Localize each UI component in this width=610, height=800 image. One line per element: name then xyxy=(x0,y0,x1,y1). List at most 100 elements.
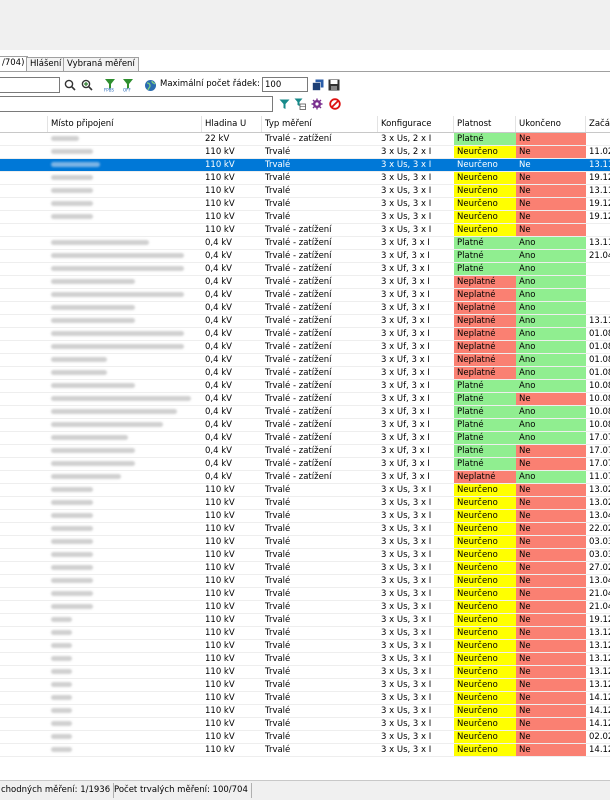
table-row[interactable]: 110 kV Trvalé 3 x Us, 3 x I NeurčenoNe19.12 xyxy=(0,211,610,224)
table-row[interactable]: 0,4 kV Trvalé - zatížení 3 x Uf, 3 x I Nepl… xyxy=(0,302,610,315)
cell-hladina: 0,4 kV xyxy=(205,342,232,352)
table-row[interactable]: 22 kV Trvalé - zatížení 3 x Us, 2 x I Platn… xyxy=(0,133,610,146)
search-combo[interactable] xyxy=(0,77,60,93)
table-row[interactable]: 110 kV Trvalé 3 x Us, 3 x I NeurčenoNe13.12 xyxy=(0,640,610,653)
table-row[interactable]: 110 kV Trvalé 3 x Us, 3 x I NeurčenoNe13.04 xyxy=(0,510,610,523)
cell-typ: Trvalé - zatížení xyxy=(265,303,332,313)
cell-konfigurace: 3 x Us, 3 x I xyxy=(381,589,432,599)
cell-hladina: 110 kV xyxy=(205,615,235,625)
cell-konfigurace: 3 x Us, 3 x I xyxy=(381,563,432,573)
table-row[interactable]: 110 kV Trvalé 3 x Us, 3 x I NeurčenoNe27.02 xyxy=(0,562,610,575)
copy-icon[interactable] xyxy=(311,78,325,92)
table-row[interactable]: 0,4 kV Trvalé - zatížení 3 x Uf, 3 x I Nepl… xyxy=(0,315,610,328)
table-row[interactable]: 0,4 kV Trvalé - zatížení 3 x Uf, 3 x I Plat… xyxy=(0,393,610,406)
table-row[interactable]: 0,4 kV Trvalé - zatížení 3 x Uf, 3 x I Nepl… xyxy=(0,471,610,484)
cell-konfigurace: 3 x Us, 3 x I xyxy=(381,212,432,222)
table-row[interactable]: 110 kV Trvalé 3 x Us, 3 x I NeurčenoNe13.11 xyxy=(0,185,610,198)
table-row[interactable]: 0,4 kV Trvalé - zatížení 3 x Uf, 3 x I Nepl… xyxy=(0,289,610,302)
cell-typ: Trvalé xyxy=(265,160,291,170)
cell-platnost: Neurčeno xyxy=(454,172,516,184)
table-row-selected[interactable]: 110 kV Trvalé 3 x Us, 3 x I Neurčeno Ne 13.11 xyxy=(0,159,610,172)
column-header-zacatek[interactable]: Začát xyxy=(586,116,610,132)
redacted-text xyxy=(51,422,163,427)
table-row[interactable]: 110 kV Trvalé 3 x Us, 3 x I NeurčenoNe13.02 xyxy=(0,497,610,510)
cell-misto-redacted xyxy=(48,679,202,691)
table-row[interactable]: 110 kV Trvalé 3 x Us, 2 x I NeurčenoNe11.02 xyxy=(0,146,610,159)
search-icon[interactable] xyxy=(63,78,77,92)
table-row[interactable]: 0,4 kV Trvalé - zatížení 3 x Uf, 3 x I Nepl… xyxy=(0,328,610,341)
cell-typ: Trvalé xyxy=(265,147,291,157)
table-row[interactable]: 110 kV Trvalé - zatížení 3 x Us, 3 x I Neur… xyxy=(0,224,610,237)
table-row[interactable]: 110 kV Trvalé 3 x Us, 3 x I NeurčenoNe21.04 xyxy=(0,601,610,614)
table-row[interactable]: 0,4 kV Trvalé - zatížení 3 x Uf, 3 x I Plat… xyxy=(0,432,610,445)
cell-zacatek: 13.04 xyxy=(589,576,610,586)
table-row[interactable]: 110 kV Trvalé 3 x Us, 3 x I NeurčenoNe02.02 xyxy=(0,731,610,744)
cell-misto-redacted xyxy=(48,666,202,678)
table-row[interactable]: 110 kV Trvalé 3 x Us, 3 x I NeurčenoNe19.12 xyxy=(0,614,610,627)
table-row[interactable]: 0,4 kV Trvalé - zatížení 3 x Uf, 3 x I Plat… xyxy=(0,458,610,471)
cancel-icon[interactable] xyxy=(328,97,342,111)
table-row[interactable]: 0,4 kV Trvalé - zatížení 3 x Uf, 3 x I Plat… xyxy=(0,445,610,458)
column-header-typ[interactable]: Typ měření xyxy=(262,116,378,132)
column-header-ukonceno[interactable]: Ukončeno xyxy=(516,116,586,132)
cell-konfigurace: 3 x Us, 3 x I xyxy=(381,550,432,560)
filter-off-icon[interactable]: FPBS xyxy=(102,77,118,93)
filter-combo[interactable] xyxy=(0,96,273,112)
table-row[interactable]: 110 kV Trvalé 3 x Us, 3 x I NeurčenoNe22.02 xyxy=(0,523,610,536)
table-row[interactable]: 0,4 kV Trvalé - zatížení 3 x Uf, 3 x I Plat… xyxy=(0,406,610,419)
tab-measurements[interactable]: /704) xyxy=(0,56,29,71)
filter-off-icon[interactable]: OFF xyxy=(120,77,136,93)
table-row[interactable]: 110 kV Trvalé 3 x Us, 3 x I NeurčenoNe03.03 xyxy=(0,536,610,549)
table-row[interactable]: 0,4 kV Trvalé - zatížení 3 x Uf, 3 x I Plat… xyxy=(0,237,610,250)
globe-icon[interactable] xyxy=(143,78,157,92)
cell-typ: Trvalé - zatížení xyxy=(265,472,332,482)
column-header-hladina[interactable]: Hladina U xyxy=(202,116,262,132)
table-row[interactable]: 0,4 kV Trvalé - zatížení 3 x Uf, 3 x I Nepl… xyxy=(0,367,610,380)
cell-platnost: Neurčeno xyxy=(457,160,498,170)
tab-reports[interactable]: Hlášení xyxy=(26,57,66,71)
cell-platnost: Neurčeno xyxy=(454,536,516,548)
table-row[interactable]: 110 kV Trvalé 3 x Us, 3 x I NeurčenoNe13.12 xyxy=(0,679,610,692)
table-row[interactable]: 110 kV Trvalé 3 x Us, 3 x I NeurčenoNe14.12 xyxy=(0,705,610,718)
column-header-misto[interactable]: Místo připojení xyxy=(48,116,202,132)
table-row[interactable]: 0,4 kV Trvalé - zatížení 3 x Uf, 3 x I Plat… xyxy=(0,380,610,393)
table-row[interactable]: 0,4 kV Trvalé - zatížení 3 x Uf, 3 x I Plat… xyxy=(0,263,610,276)
table-row[interactable]: 0,4 kV Trvalé - zatížení 3 x Uf, 3 x I Nepl… xyxy=(0,341,610,354)
cell-platnost: Neplatné xyxy=(454,315,516,327)
table-row[interactable]: 110 kV Trvalé 3 x Us, 3 x I NeurčenoNe13.12 xyxy=(0,627,610,640)
table-row[interactable]: 110 kV Trvalé 3 x Us, 3 x I NeurčenoNe13.02 xyxy=(0,484,610,497)
tab-selected-measurements[interactable]: Vybraná měření xyxy=(63,57,139,71)
filter-table-icon[interactable] xyxy=(293,97,307,111)
cell-ukonceno: Ne xyxy=(516,198,586,210)
table-row[interactable]: 110 kV Trvalé 3 x Us, 3 x I NeurčenoNe13.04 xyxy=(0,575,610,588)
zoom-in-icon[interactable] xyxy=(80,78,94,92)
cell-konfigurace: 3 x Uf, 3 x I xyxy=(381,394,430,404)
column-header-konfigurace[interactable]: Konfigurace xyxy=(378,116,454,132)
cell-platnost: Platné xyxy=(454,419,516,431)
cell-zacatek: 21.04 xyxy=(589,251,610,261)
table-row[interactable]: 110 kV Trvalé 3 x Us, 3 x I NeurčenoNe14.12 xyxy=(0,744,610,757)
save-icon[interactable] xyxy=(327,78,341,92)
redacted-text xyxy=(51,175,93,180)
column-header-expander[interactable] xyxy=(0,116,48,132)
table-row[interactable]: 0,4 kV Trvalé - zatížení 3 x Uf, 3 x I Nepl… xyxy=(0,354,610,367)
table-row[interactable]: 110 kV Trvalé 3 x Us, 3 x I NeurčenoNe21.04 xyxy=(0,588,610,601)
settings-icon[interactable] xyxy=(310,97,324,111)
table-row[interactable]: 110 kV Trvalé 3 x Us, 3 x I NeurčenoNe19.12 xyxy=(0,172,610,185)
table-row[interactable]: 110 kV Trvalé 3 x Us, 3 x I NeurčenoNe13.12 xyxy=(0,666,610,679)
cell-zacatek: 13.11 xyxy=(589,160,610,170)
table-row[interactable]: 110 kV Trvalé 3 x Us, 3 x I NeurčenoNe14.12 xyxy=(0,692,610,705)
cell-platnost: Neurčeno xyxy=(454,692,516,704)
table-row[interactable]: 110 kV Trvalé 3 x Us, 3 x I NeurčenoNe14.12 xyxy=(0,718,610,731)
cell-misto-redacted xyxy=(48,276,202,288)
filter-icon[interactable] xyxy=(277,97,291,111)
table-row[interactable]: 0,4 kV Trvalé - zatížení 3 x Uf, 3 x I Plat… xyxy=(0,419,610,432)
cell-platnost: Platné xyxy=(454,250,516,262)
column-header-platnost[interactable]: Platnost xyxy=(454,116,516,132)
table-row[interactable]: 110 kV Trvalé 3 x Us, 3 x I NeurčenoNe03.03 xyxy=(0,549,610,562)
max-rows-input[interactable] xyxy=(262,77,308,92)
table-row[interactable]: 0,4 kV Trvalé - zatížení 3 x Uf, 3 x I Plat… xyxy=(0,250,610,263)
table-row[interactable]: 0,4 kV Trvalé - zatížení 3 x Uf, 3 x I Nepl… xyxy=(0,276,610,289)
table-row[interactable]: 110 kV Trvalé 3 x Us, 3 x I NeurčenoNe19.12 xyxy=(0,198,610,211)
table-row[interactable]: 110 kV Trvalé 3 x Us, 3 x I NeurčenoNe13.12 xyxy=(0,653,610,666)
